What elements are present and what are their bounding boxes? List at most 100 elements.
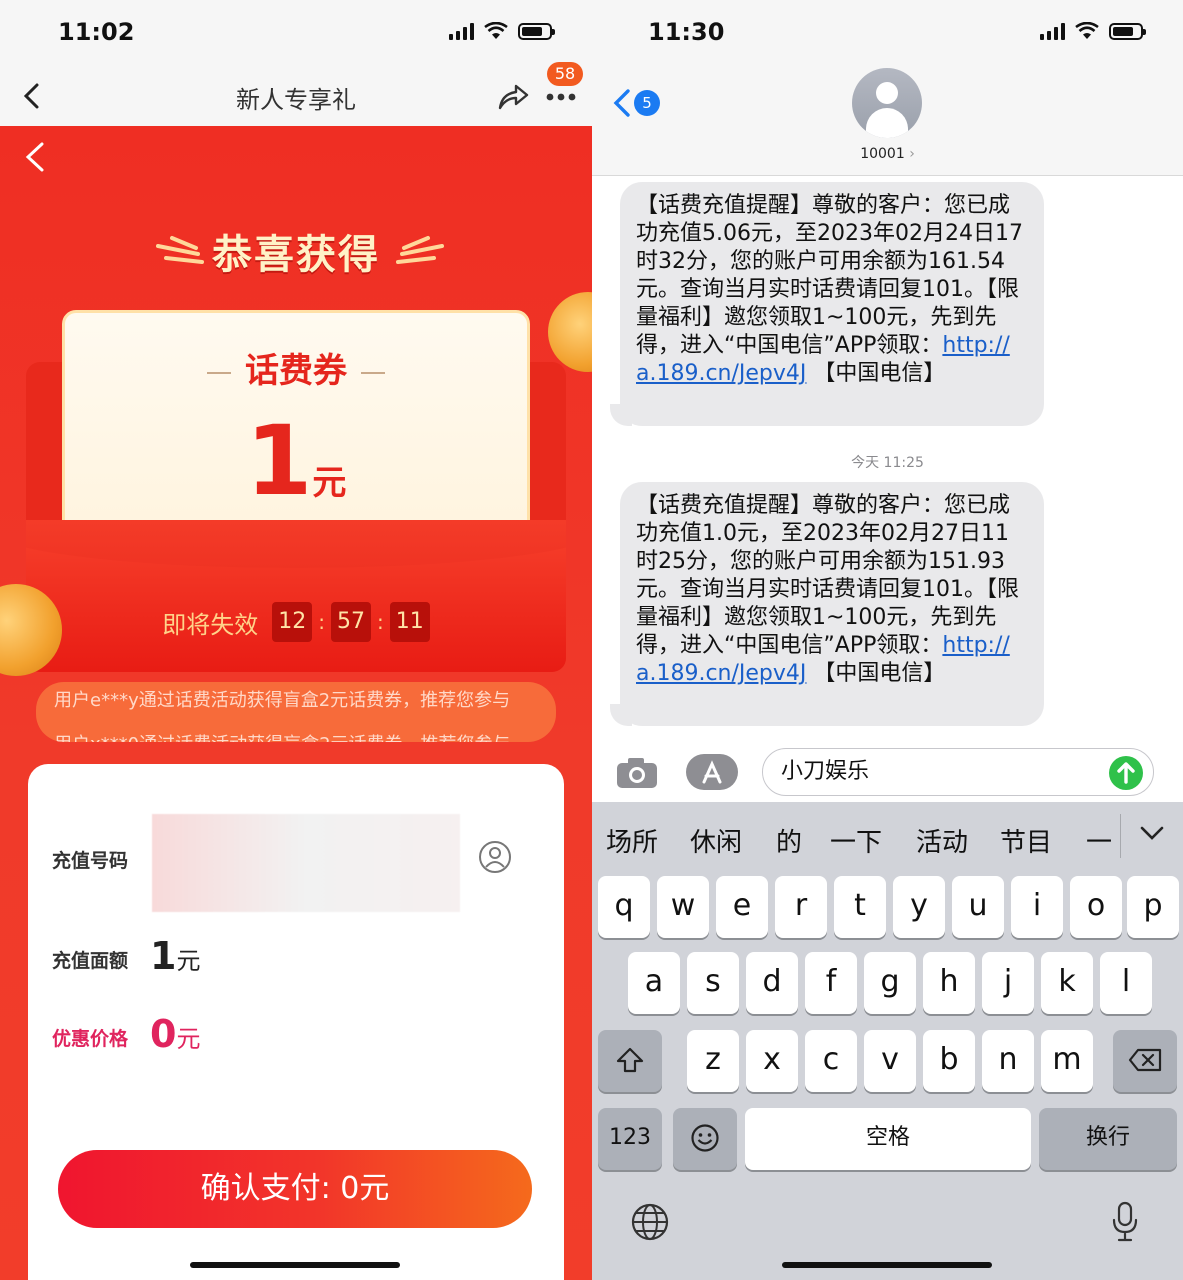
key-z[interactable]: z — [687, 1030, 739, 1092]
bubble-tail — [610, 404, 632, 426]
key-j[interactable]: j — [982, 952, 1034, 1014]
signal-icon — [449, 22, 474, 40]
notification-badge: 58 — [547, 62, 583, 86]
amount-value: 1元 — [150, 934, 201, 978]
inner-back-icon[interactable] — [20, 142, 48, 172]
keyboard: 场所 休闲 的 一下 活动 节目 一 q w e r t y u i o p a… — [592, 802, 1183, 1280]
ticker-line: 用户x***0通过话费活动获得盲盒2元话费券，推荐您参与 — [54, 730, 511, 742]
left-phone-screen: 11:02 新人专享礼 58 恭喜获得 话费券 1元 即将失效 12 : 57 … — [0, 0, 592, 1280]
candidate-word[interactable]: 一下 — [830, 822, 882, 859]
key-o[interactable]: o — [1070, 876, 1122, 938]
return-key[interactable]: 换行 — [1039, 1108, 1177, 1170]
compose-bar: 小刀娱乐 — [592, 744, 1183, 802]
app-store-icon[interactable] — [686, 754, 738, 790]
expire-countdown: 即将失效 12 : 57 : 11 — [0, 602, 592, 642]
amount-label: 充值面额 — [52, 950, 129, 972]
coupon-title: 话费券 — [65, 343, 527, 392]
countdown-seconds: 11 — [389, 602, 430, 642]
shift-key[interactable] — [598, 1030, 662, 1092]
candidate-word[interactable]: 节目 — [1000, 822, 1052, 859]
contact-icon[interactable] — [478, 840, 512, 874]
key-c[interactable]: c — [805, 1030, 857, 1092]
envelope-front — [26, 520, 566, 672]
status-icons — [449, 22, 555, 40]
wifi-icon — [1075, 22, 1099, 39]
chevron-left-icon — [613, 89, 630, 117]
key-p[interactable]: p — [1127, 876, 1179, 938]
avatar[interactable] — [852, 68, 922, 138]
bubble-tail — [610, 704, 632, 726]
key-a[interactable]: a — [628, 952, 680, 1014]
key-l[interactable]: l — [1100, 952, 1152, 1014]
key-h[interactable]: h — [923, 952, 975, 1014]
key-n[interactable]: n — [982, 1030, 1034, 1092]
key-s[interactable]: s — [687, 952, 739, 1014]
space-key[interactable]: 空格 — [745, 1108, 1031, 1170]
key-y[interactable]: y — [893, 876, 945, 938]
key-b[interactable]: b — [923, 1030, 975, 1092]
divider — [1120, 814, 1121, 858]
key-x[interactable]: x — [746, 1030, 798, 1092]
key-m[interactable]: m — [1041, 1030, 1093, 1092]
chevron-down-icon[interactable] — [1139, 824, 1165, 842]
right-phone-screen: 11:30 5 10001 › 【话费充值提醒】尊敬的客户：您已成功充值5.06… — [592, 0, 1183, 1280]
microphone-icon[interactable] — [1110, 1200, 1140, 1244]
battery-icon — [1109, 22, 1146, 40]
status-bar: 11:02 — [0, 0, 592, 66]
expire-label: 即将失效 — [162, 610, 259, 639]
unread-badge: 5 — [634, 90, 660, 116]
numbers-key[interactable]: 123 — [598, 1108, 662, 1170]
emoji-icon — [691, 1124, 719, 1152]
key-v[interactable]: v — [864, 1030, 916, 1092]
status-time: 11:02 — [58, 18, 135, 46]
more-icon[interactable] — [544, 90, 578, 104]
contact-name[interactable]: 10001 › — [592, 146, 1183, 162]
home-indicator[interactable] — [190, 1262, 400, 1268]
message-input[interactable]: 小刀娱乐 — [762, 748, 1154, 796]
sparkle-right-icon — [396, 236, 444, 264]
key-r[interactable]: r — [775, 876, 827, 938]
back-button[interactable]: 5 — [612, 88, 660, 118]
signal-icon — [1040, 22, 1065, 40]
send-button[interactable] — [1109, 756, 1143, 790]
key-u[interactable]: u — [952, 876, 1004, 938]
globe-icon[interactable] — [630, 1202, 670, 1242]
message-bubble: 【话费充值提醒】尊敬的客户：您已成功充值1.0元，至2023年02月27日11时… — [620, 482, 1044, 726]
phone-number-input[interactable] — [152, 814, 460, 912]
candidate-word[interactable]: 场所 — [606, 822, 658, 859]
key-d[interactable]: d — [746, 952, 798, 1014]
price-value: 0元 — [150, 1012, 201, 1056]
countdown-minutes: 57 — [331, 602, 371, 642]
shift-icon — [616, 1047, 644, 1073]
message-bubble: 【话费充值提醒】尊敬的客户：您已成功充值5.06元，至2023年02月24日17… — [620, 182, 1044, 426]
key-g[interactable]: g — [864, 952, 916, 1014]
status-icons — [1040, 22, 1146, 40]
emoji-key[interactable] — [673, 1108, 737, 1170]
wifi-icon — [484, 22, 508, 39]
key-i[interactable]: i — [1011, 876, 1063, 938]
key-q[interactable]: q — [598, 876, 650, 938]
key-k[interactable]: k — [1041, 952, 1093, 1014]
ticker-line: 用户e***y通过话费活动获得盲盒2元话费券，推荐您参与 — [54, 690, 511, 711]
candidate-word[interactable]: 休闲 — [690, 822, 742, 859]
camera-icon[interactable] — [614, 756, 660, 790]
home-indicator[interactable] — [782, 1262, 992, 1268]
confirm-pay-button[interactable]: 确认支付: 0元 — [58, 1150, 532, 1228]
arrow-up-icon — [1117, 762, 1135, 784]
candidate-word[interactable]: 一 — [1086, 822, 1112, 859]
key-w[interactable]: w — [657, 876, 709, 938]
messages-header: 11:30 5 10001 › — [592, 0, 1183, 176]
candidate-word[interactable]: 的 — [776, 822, 802, 859]
phone-label: 充值号码 — [52, 850, 129, 872]
price-label: 优惠价格 — [52, 1028, 129, 1050]
coupon-amount: 1元 — [245, 405, 347, 517]
share-icon[interactable] — [496, 80, 530, 114]
key-t[interactable]: t — [834, 876, 886, 938]
delete-key[interactable] — [1113, 1030, 1177, 1092]
recharge-form: 充值号码 充值面额 1元 优惠价格 0元 确认支付: 0元 — [28, 764, 564, 1280]
candidate-word[interactable]: 活动 — [916, 822, 968, 859]
key-f[interactable]: f — [805, 952, 857, 1014]
backspace-icon — [1128, 1048, 1162, 1072]
battery-icon — [518, 22, 555, 40]
key-e[interactable]: e — [716, 876, 768, 938]
